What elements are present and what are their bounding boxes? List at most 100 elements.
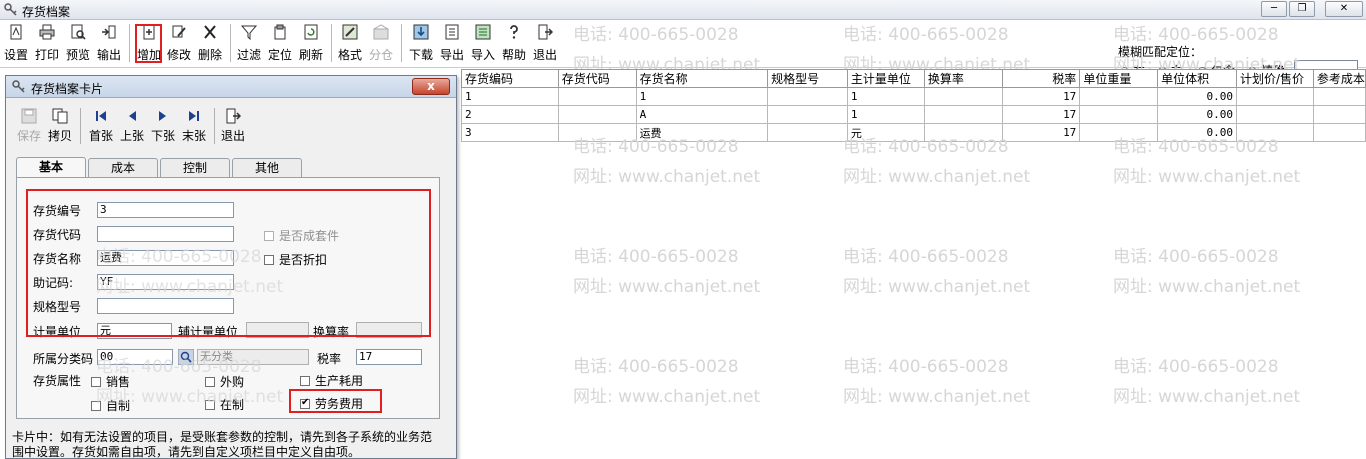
table-header-row: 存货编码 存货代码 存货名称 规格型号 主计量单位 换算率 税率 单位重量 单位… [461,69,1366,88]
attr-purchase-checkbox[interactable]: 外购 [205,373,244,390]
toolbar-separator [331,24,332,62]
toolbar-delete-button[interactable]: 删除 [196,24,224,64]
toolbar-label: 下载 [408,48,433,62]
column-header[interactable]: 存货编码 [461,69,559,88]
locate-icon [274,24,286,40]
table-row[interactable]: 1 1 1 17 0.00 [461,87,1366,106]
dialog-toolbar-label: 保存 [16,129,41,143]
toolbar-settings-button[interactable]: 设置 [2,24,30,64]
category-code-input[interactable]: 00 [97,349,173,365]
refresh-icon [304,24,318,40]
toolbar-edit-button[interactable]: 修改 [165,24,193,64]
toolbar-label: 设置 [3,48,28,62]
dialog-last-button[interactable]: 末张 [179,108,209,146]
dialog-save-button[interactable]: 保存 [14,108,44,146]
dialog-first-button[interactable]: 首张 [86,108,116,146]
attr-production-use-checkbox[interactable]: 生产耗用 [300,372,363,389]
toolbar-format-button[interactable]: 格式 [336,24,364,64]
table-row[interactable]: 2 A 1 17 0.00 [461,105,1366,124]
column-header[interactable]: 税率 [1001,69,1081,88]
checkbox-label: 在制 [220,398,245,412]
tab-other[interactable]: 其他 [232,158,302,178]
toolbar-help-button[interactable]: 帮助 [500,24,528,64]
column-header[interactable]: 计划价/售价 [1235,69,1314,88]
dialog-next-button[interactable]: 下张 [148,108,178,146]
delete-x-icon [204,25,216,39]
column-header[interactable]: 存货代码 [557,69,637,88]
toolbar-label: 帮助 [501,48,526,62]
column-header[interactable]: 参考成本 [1312,69,1366,88]
checkbox-label: 销售 [106,375,131,389]
tax-rate-label: 税率 [317,352,342,366]
column-header[interactable]: 单位重量 [1079,69,1159,88]
toolbar-preview-button[interactable]: 预览 [64,24,92,64]
table-cell [1079,105,1159,124]
toolbar-separator [129,24,130,62]
table-cell: 2 [461,105,559,124]
tab-cost[interactable]: 成本 [88,158,158,178]
table-cell [1312,105,1366,124]
import-sheet-icon [475,24,491,40]
attr-self-made-checkbox[interactable]: 自制 [91,397,130,414]
table-row[interactable]: 3 运费 元 17 0.00 [461,123,1366,142]
key-icon [12,80,25,93]
dialog-prev-button[interactable]: 上张 [117,108,147,146]
search-lookup-icon[interactable] [178,349,194,365]
table-cell: 1 [846,87,925,106]
column-header[interactable]: 换算率 [923,69,1003,88]
dialog-copy-button[interactable]: 拷贝 [45,108,75,146]
tab-control[interactable]: 控制 [160,158,230,178]
dialog-toolbar-label: 末张 [181,129,206,143]
table-cell [767,105,848,124]
tax-rate-input[interactable]: 17 [356,349,422,365]
toolbar-exit-button[interactable]: 退出 [531,24,559,64]
toolbar-output-button[interactable]: 输出 [95,24,123,64]
toolbar-label: 刷新 [298,48,323,62]
last-record-icon [189,111,199,121]
table-cell [767,87,848,106]
table-cell: 1 [846,105,925,124]
table-cell [767,123,848,142]
column-header[interactable]: 主计量单位 [846,69,925,88]
inventory-grid[interactable]: 存货编码 存货代码 存货名称 规格型号 主计量单位 换算率 税率 单位重量 单位… [461,69,1366,459]
toolbar-locate-button[interactable]: 定位 [266,24,294,64]
dialog-close-button[interactable]: x [412,78,450,95]
inventory-card-dialog: 存货档案卡片 x 保存 拷贝 首张 上张 下张 末张 退出 基本 成本 控制 其… [5,75,457,459]
dialog-exit-button[interactable]: 退出 [218,108,248,146]
toolbar-separator [401,24,402,62]
table-cell: 运费 [635,123,769,142]
table-cell: 3 [461,123,559,142]
column-header[interactable]: 存货名称 [635,69,769,88]
toolbar-import-button[interactable]: 导入 [469,24,497,64]
close-button[interactable]: ✕ [1325,1,1363,17]
dialog-title-bar[interactable]: 存货档案卡片 x [6,76,456,98]
table-cell: 17 [1001,123,1081,142]
toolbar-refresh-button[interactable]: 刷新 [297,24,325,64]
help-icon [510,25,518,39]
prev-record-icon [129,111,136,121]
toolbar-label: 输出 [96,48,121,62]
column-header[interactable]: 单位体积 [1157,69,1237,88]
minimize-button[interactable]: ─ [1261,1,1287,17]
labor-cost-highlight [289,389,382,413]
maximize-button[interactable]: ❐ [1289,1,1315,17]
table-cell: 0.00 [1157,123,1237,142]
toolbar-label: 定位 [267,48,292,62]
export-sheet-icon [445,24,459,40]
toolbar-label: 导入 [470,48,495,62]
toolbar-download-button[interactable]: 下载 [407,24,435,64]
toolbar-print-button[interactable]: 打印 [33,24,61,64]
toolbar-export-button[interactable]: 导出 [438,24,466,64]
table-cell [1235,87,1314,106]
column-header[interactable]: 规格型号 [767,69,848,88]
inventory-table: 存货编码 存货代码 存货名称 规格型号 主计量单位 换算率 税率 单位重量 单位… [461,69,1366,142]
toolbar-filter-button[interactable]: 过滤 [235,24,263,64]
attr-in-process-checkbox[interactable]: 在制 [205,396,244,413]
checkbox-label: 生产耗用 [315,374,364,388]
dialog-toolbar-separator [80,108,81,144]
dialog-toolbar-label: 下张 [150,129,175,143]
table-cell [1235,105,1314,124]
toolbar-warehouse-button[interactable]: 分仓 [367,24,395,64]
tab-basic[interactable]: 基本 [16,157,86,179]
attr-sales-checkbox[interactable]: 销售 [91,373,130,390]
